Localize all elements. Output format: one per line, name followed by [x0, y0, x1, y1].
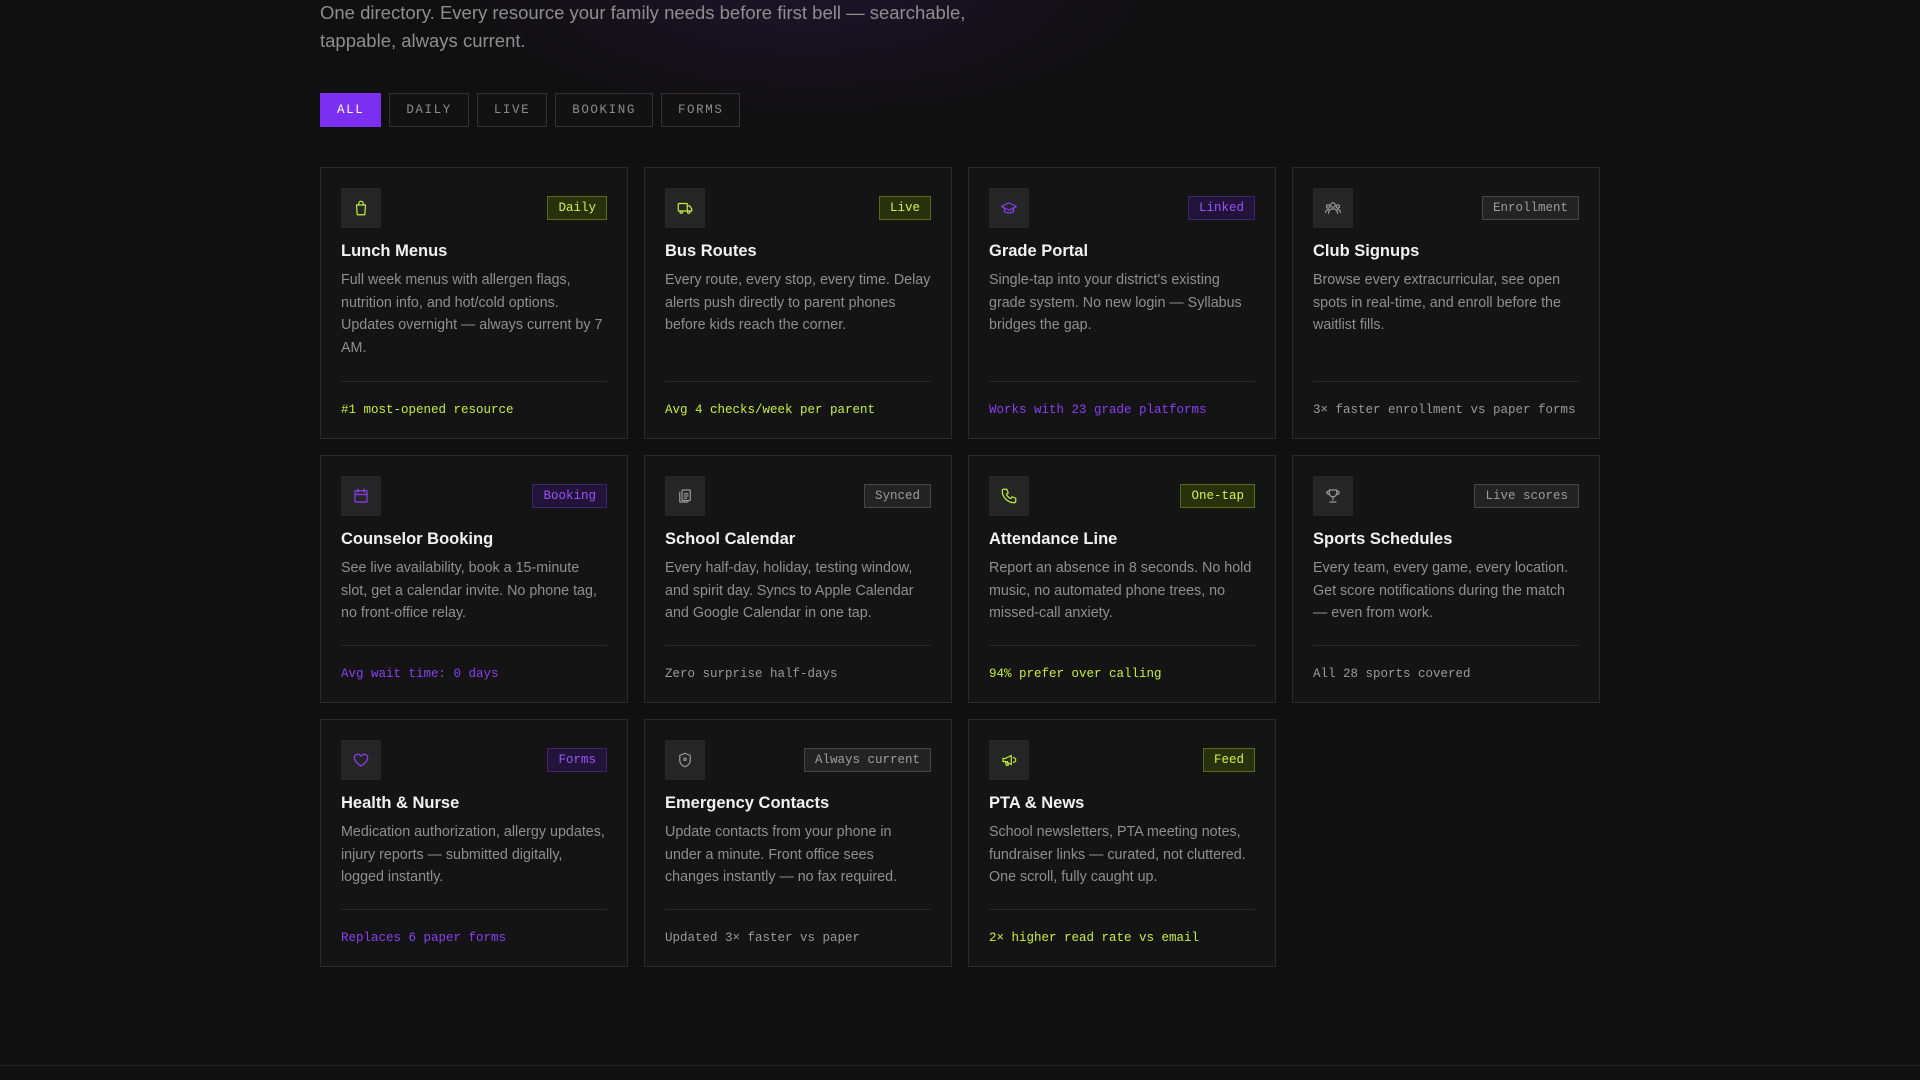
filter-daily[interactable]: DAILY: [389, 93, 469, 127]
card-title: Club Signups: [1313, 242, 1420, 260]
card-description: Browse every extracurricular, see open s…: [1313, 272, 1561, 333]
resource-card-club-signups[interactable]: Enrollment Club Signups Browse every ext…: [1292, 167, 1600, 439]
card-stat: #1 most-opened resource: [341, 381, 607, 438]
resource-card-lunch-menus[interactable]: Daily Lunch Menus Full week menus with a…: [320, 167, 628, 439]
intro-line-1: One directory. Every resource your famil…: [320, 2, 966, 23]
card-title: Lunch Menus: [341, 242, 448, 260]
card-description: Report an absence in 8 seconds. No hold …: [989, 560, 1252, 621]
card-stat: Zero surprise half-days: [665, 645, 931, 702]
card-header: Linked: [989, 188, 1255, 228]
card-title: School Calendar: [665, 530, 796, 548]
resource-card-emergency-contacts[interactable]: Always current Emergency Contacts Update…: [644, 719, 952, 967]
shield-icon: [665, 740, 705, 780]
resource-card-bus-routes[interactable]: Live Bus Routes Every route, every stop,…: [644, 167, 952, 439]
resource-card-counselor-booking[interactable]: Booking Counselor Booking See live avail…: [320, 455, 628, 703]
footer-divider: [0, 1065, 1920, 1066]
card-description: Update contacts from your phone in under…: [665, 824, 898, 885]
calendar-icon: [341, 476, 381, 516]
card-description: Every route, every stop, every time. Del…: [665, 272, 931, 333]
card-stat: Avg 4 checks/week per parent: [665, 381, 931, 438]
card-title: Attendance Line: [989, 530, 1118, 548]
resource-grid: Daily Lunch Menus Full week menus with a…: [320, 167, 1600, 967]
resource-card-health-nurse[interactable]: Forms Health & Nurse Medication authoriz…: [320, 719, 628, 967]
megaphone-icon: [989, 740, 1029, 780]
status-badge: Linked: [1187, 196, 1255, 220]
card-header: Synced: [665, 476, 931, 516]
card-stat: 2× higher read rate vs email: [989, 909, 1255, 966]
graduation-cap-icon: [989, 188, 1029, 228]
resource-card-grade-portal[interactable]: Linked Grade Portal Single-tap into your…: [968, 167, 1276, 439]
card-header: Daily: [341, 188, 607, 228]
card-description: Single-tap into your district's existing…: [989, 272, 1242, 333]
card-stat: Avg wait time: 0 days: [341, 645, 607, 702]
resource-card-pta-news[interactable]: Feed PTA & News School newsletters, PTA …: [968, 719, 1276, 967]
status-badge: Booking: [532, 484, 607, 508]
status-badge: Daily: [547, 196, 607, 220]
card-stat: Works with 23 grade platforms: [989, 381, 1255, 438]
card-stat: All 28 sports covered: [1313, 645, 1579, 702]
bus-icon: [665, 188, 705, 228]
card-description: Every team, every game, every location. …: [1313, 560, 1569, 621]
card-description: See live availability, book a 15-minute …: [341, 560, 597, 621]
card-title: Sports Schedules: [1313, 530, 1453, 548]
status-badge: Forms: [547, 748, 607, 772]
status-badge: One-tap: [1180, 484, 1255, 508]
card-header: Enrollment: [1313, 188, 1579, 228]
status-badge: Live: [878, 196, 931, 220]
card-header: Booking: [341, 476, 607, 516]
card-stat: 94% prefer over calling: [989, 645, 1255, 702]
copy-icon: [665, 476, 705, 516]
resource-card-school-calendar[interactable]: Synced School Calendar Every half-day, h…: [644, 455, 952, 703]
card-header: Live scores: [1313, 476, 1579, 516]
trophy-icon: [1313, 476, 1353, 516]
card-title: Counselor Booking: [341, 530, 494, 548]
filter-live[interactable]: LIVE: [476, 93, 548, 127]
users-icon: [1313, 188, 1353, 228]
resource-card-attendance-line[interactable]: One-tap Attendance Line Report an absenc…: [968, 455, 1276, 703]
card-stat: Replaces 6 paper forms: [341, 909, 607, 966]
card-stat: Updated 3× faster vs paper: [665, 909, 931, 966]
card-description: Every half-day, holiday, testing window,…: [665, 560, 914, 621]
card-description: Full week menus with allergen flags, nut…: [341, 272, 603, 356]
filter-all[interactable]: ALL: [320, 93, 382, 127]
resource-card-sports-schedules[interactable]: Live scores Sports Schedules Every team,…: [1292, 455, 1600, 703]
status-badge: Live scores: [1474, 484, 1579, 508]
card-header: Feed: [989, 740, 1255, 780]
card-header: Live: [665, 188, 931, 228]
card-title: Grade Portal: [989, 242, 1089, 260]
card-stat: 3× faster enrollment vs paper forms: [1313, 381, 1579, 438]
status-badge: Always current: [803, 748, 931, 772]
filter-booking[interactable]: BOOKING: [555, 93, 653, 127]
filter-tabs: ALL DAILY LIVE BOOKING FORMS: [320, 93, 741, 127]
filter-forms[interactable]: FORMS: [660, 93, 741, 127]
intro-text: One directory. Every resource your famil…: [320, 0, 980, 55]
card-description: Medication authorization, allergy update…: [341, 824, 605, 885]
card-title: PTA & News: [989, 794, 1085, 812]
status-badge: Feed: [1202, 748, 1255, 772]
status-badge: Enrollment: [1481, 196, 1579, 220]
intro-line-2: tappable, always current.: [320, 30, 526, 51]
card-title: Health & Nurse: [341, 794, 460, 812]
shopping-bag-icon: [341, 188, 381, 228]
card-header: One-tap: [989, 476, 1255, 516]
card-title: Bus Routes: [665, 242, 757, 260]
status-badge: Synced: [863, 484, 931, 508]
card-header: Always current: [665, 740, 931, 780]
heart-icon: [341, 740, 381, 780]
card-description: School newsletters, PTA meeting notes, f…: [989, 824, 1246, 885]
card-header: Forms: [341, 740, 607, 780]
card-title: Emergency Contacts: [665, 794, 830, 812]
phone-icon: [989, 476, 1029, 516]
